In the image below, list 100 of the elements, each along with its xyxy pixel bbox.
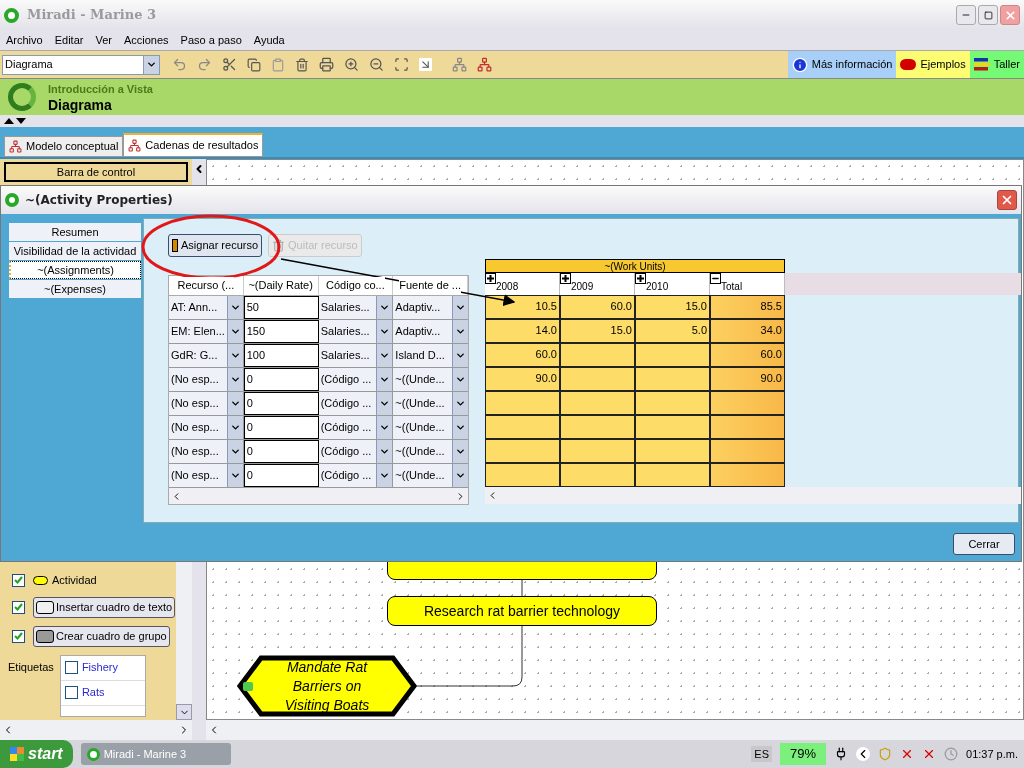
checkbox[interactable] — [12, 629, 25, 643]
result-node[interactable]: Research rat barrier technology — [387, 596, 657, 626]
expand-tray-icon[interactable] — [856, 747, 870, 761]
grid-cell[interactable] — [635, 343, 710, 367]
arrow-icon[interactable] — [419, 58, 432, 71]
grid-cell[interactable] — [635, 439, 710, 463]
grid-cell[interactable]: 90.0 — [710, 367, 785, 391]
strategy-node[interactable]: Mandate Rat Barriers on Visiting Boats — [237, 655, 417, 717]
resource-combo[interactable]: (No esp... — [169, 392, 244, 415]
column-header[interactable]: 2008 — [485, 273, 560, 295]
grid-cell[interactable]: 60.0 — [710, 343, 785, 367]
vertical-scrollbar[interactable] — [176, 562, 192, 720]
connector-icon[interactable] — [452, 57, 467, 72]
grid-cell[interactable] — [635, 415, 710, 439]
resource-combo[interactable]: (No esp... — [169, 464, 244, 487]
cost-code-combo[interactable]: (Código ... — [318, 368, 394, 391]
dropdown-button[interactable] — [226, 320, 243, 343]
funding-source-combo[interactable]: Island D... — [393, 344, 468, 367]
tab[interactable]: Modelo conceptual — [4, 136, 124, 157]
grid-cell[interactable] — [560, 439, 635, 463]
grid-cell[interactable] — [710, 415, 785, 439]
expand-icon[interactable] — [635, 273, 646, 284]
funding-source-combo[interactable]: ~((Unde... — [393, 440, 468, 463]
horizontal-scrollbar[interactable] — [485, 487, 1021, 504]
column-header[interactable]: Recurso (... — [177, 277, 235, 294]
dropdown-button[interactable] — [376, 296, 393, 319]
dropdown-button[interactable] — [452, 368, 468, 391]
menu-item[interactable]: Ver — [95, 31, 112, 49]
copy-icon[interactable] — [247, 57, 261, 72]
cost-code-combo[interactable]: (Código ... — [318, 440, 394, 463]
grid-cell[interactable] — [485, 391, 560, 415]
grid-cell[interactable] — [710, 463, 785, 487]
dropdown-button[interactable] — [376, 464, 393, 487]
control-bar-button[interactable]: Barra de control — [4, 162, 188, 182]
cost-code-combo[interactable]: (Código ... — [318, 416, 394, 439]
grid-cell[interactable] — [560, 367, 635, 391]
dropdown-button[interactable] — [376, 416, 393, 439]
column-header[interactable]: Fuente de ... — [399, 277, 461, 294]
minimize-button[interactable] — [956, 5, 976, 25]
horizontal-scrollbar[interactable] — [206, 720, 1024, 740]
cost-code-combo[interactable]: Salaries... — [318, 320, 394, 343]
daily-rate-field[interactable]: 0 — [243, 368, 319, 391]
zoom-in-icon[interactable] — [344, 57, 359, 72]
legend-button[interactable]: Insertar cuadro de texto — [33, 596, 176, 618]
redo-icon[interactable] — [197, 57, 212, 72]
dropdown-button[interactable] — [376, 344, 393, 367]
daily-rate-field[interactable]: 150 — [243, 320, 319, 343]
checkbox[interactable] — [12, 600, 25, 614]
dropdown-button[interactable] — [452, 392, 468, 415]
resource-combo[interactable]: GdR: G... — [169, 344, 244, 367]
tag-label[interactable]: Rats — [81, 684, 105, 701]
daily-rate-field[interactable]: 0 — [243, 440, 319, 463]
grid-cell[interactable] — [635, 367, 710, 391]
help-button[interactable]: Taller — [969, 51, 1024, 78]
horizontal-scrollbar[interactable] — [169, 488, 468, 504]
grid-cell[interactable] — [560, 415, 635, 439]
daily-rate-field[interactable]: 50 — [243, 296, 319, 319]
view-select[interactable]: Diagrama — [2, 54, 160, 75]
cost-code-combo[interactable]: Salaries... — [318, 344, 394, 367]
funding-source-combo[interactable]: ~((Unde... — [393, 464, 468, 487]
menu-item[interactable]: Paso a paso — [180, 31, 242, 49]
dropdown-button[interactable] — [226, 440, 243, 463]
power-plug-icon[interactable] — [834, 747, 848, 761]
nav-item[interactable]: ~(Assignments) — [9, 261, 141, 279]
collapse-icon[interactable] — [710, 273, 721, 284]
dropdown-button[interactable] — [226, 344, 243, 367]
grid-cell[interactable]: 5.0 — [635, 319, 710, 343]
horizontal-scrollbar[interactable] — [0, 720, 192, 740]
grid-cell[interactable] — [560, 391, 635, 415]
help-button[interactable]: Ejemplos — [896, 51, 970, 78]
dropdown-button[interactable] — [226, 464, 243, 487]
tab[interactable]: Cadenas de resultados — [123, 133, 264, 157]
nav-item[interactable]: Visibilidad de la actividad — [9, 242, 141, 260]
tag-label[interactable]: Fishery — [81, 659, 118, 676]
grid-cell[interactable] — [710, 391, 785, 415]
column-header[interactable]: 2010 — [635, 273, 710, 295]
menu-item[interactable]: Acciones — [123, 31, 169, 49]
daily-rate-field[interactable]: 0 — [243, 392, 319, 415]
daily-rate-field[interactable]: 100 — [243, 344, 319, 367]
restore-button[interactable] — [978, 5, 998, 25]
start-button[interactable]: start — [0, 740, 73, 768]
grid-cell[interactable] — [485, 415, 560, 439]
dropdown-button[interactable] — [452, 464, 468, 487]
hierarchy-icon[interactable] — [477, 57, 492, 72]
cost-code-combo[interactable]: (Código ... — [318, 464, 394, 487]
dropdown-button[interactable] — [452, 296, 468, 319]
column-header[interactable]: 2009 — [560, 273, 635, 295]
dropdown-button[interactable] — [226, 368, 243, 391]
grid-cell[interactable] — [635, 463, 710, 487]
funding-source-combo[interactable]: Adaptiv... — [393, 320, 468, 343]
expand-icon[interactable] — [560, 273, 571, 284]
menu-item[interactable]: Ayuda — [253, 31, 285, 49]
close-dialog-button[interactable]: Cerrar — [953, 533, 1015, 555]
zoom-fit-icon[interactable] — [394, 57, 409, 72]
grid-cell[interactable] — [485, 463, 560, 487]
grid-cell[interactable] — [635, 391, 710, 415]
help-button[interactable]: Más información — [787, 51, 897, 78]
dropdown-button[interactable] — [376, 392, 393, 415]
close-button[interactable] — [1000, 5, 1020, 25]
dropdown-button[interactable] — [376, 320, 393, 343]
